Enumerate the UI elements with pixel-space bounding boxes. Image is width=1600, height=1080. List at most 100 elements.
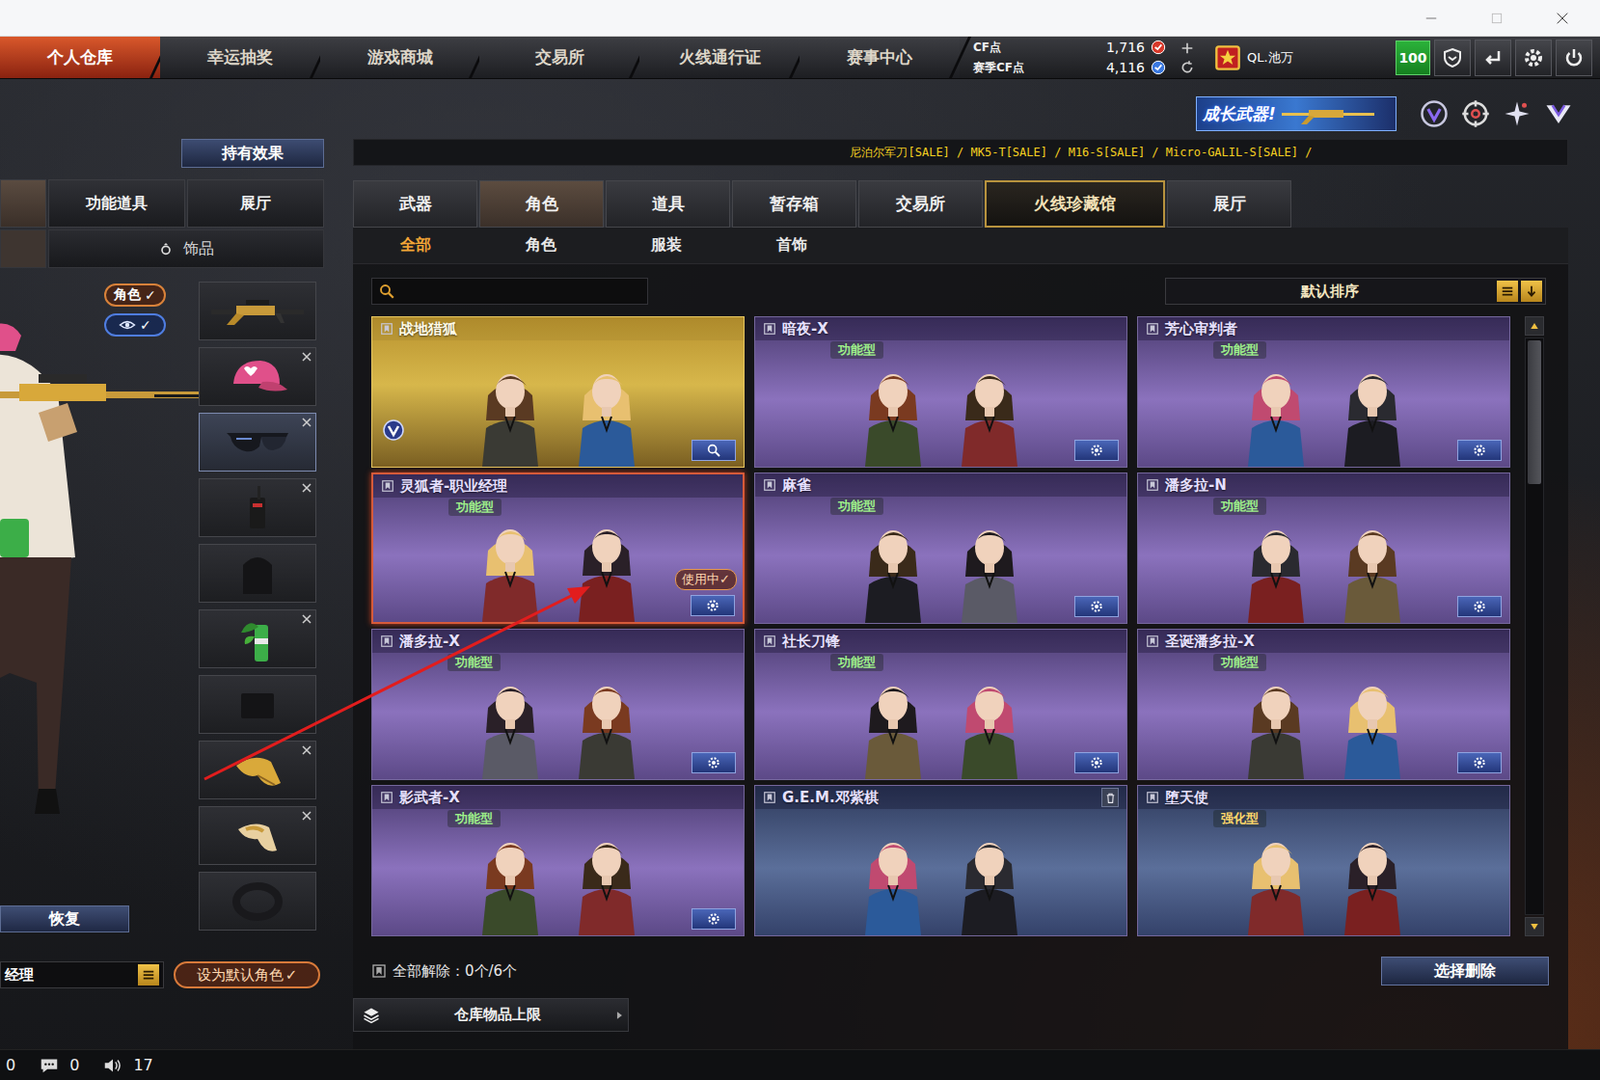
inventory-subtab[interactable]: 全部 xyxy=(352,227,479,264)
maximize-button[interactable] xyxy=(1474,3,1519,33)
settings-button[interactable] xyxy=(1515,39,1552,77)
sort-order-button[interactable] xyxy=(1520,280,1543,302)
scroll-track[interactable] xyxy=(1524,337,1545,916)
gear-icon xyxy=(705,597,721,614)
nav-tab[interactable]: 游戏商城 xyxy=(320,36,481,79)
equipment-slot[interactable] xyxy=(198,543,317,603)
equipment-slot[interactable] xyxy=(198,871,317,931)
inventory-tab[interactable]: 火线珍藏馆 xyxy=(984,180,1166,228)
event-icon-button[interactable] xyxy=(1417,97,1451,131)
event-icon-button[interactable] xyxy=(1542,97,1575,131)
card-settings-button[interactable] xyxy=(1457,439,1502,462)
left-tab[interactable]: 功能道具 xyxy=(48,179,186,228)
event-icon-button[interactable] xyxy=(1459,97,1492,131)
nav-tab[interactable]: 赛事中心 xyxy=(799,36,960,79)
card-settings-button[interactable] xyxy=(1074,439,1119,462)
minimize-button[interactable] xyxy=(1409,3,1454,33)
restore-button[interactable]: 恢复 xyxy=(0,905,130,933)
status-item[interactable]: 17 xyxy=(102,1055,153,1077)
equipment-slot[interactable] xyxy=(198,806,317,866)
sort-list-button[interactable] xyxy=(1496,280,1519,302)
card-settings-button[interactable] xyxy=(691,908,736,930)
equipment-slot[interactable] xyxy=(198,609,317,669)
capacity-button[interactable]: 仓库物品上限 xyxy=(352,998,629,1032)
character-card[interactable]: 战地猎狐 xyxy=(371,316,745,468)
remove-button[interactable] xyxy=(300,351,313,363)
character-card[interactable]: 灵狐者-职业经理功能型使用中✓ xyxy=(371,472,745,624)
card-settings-button[interactable] xyxy=(1074,596,1119,618)
inventory-tab[interactable]: 暂存箱 xyxy=(732,180,857,228)
remove-button[interactable] xyxy=(300,482,313,494)
card-settings-button[interactable] xyxy=(691,752,736,774)
scroll-down-button[interactable] xyxy=(1524,917,1545,937)
refresh-icon[interactable] xyxy=(1179,59,1195,76)
status-item[interactable]: 0 xyxy=(38,1055,80,1077)
card-header: 芳心审判者 xyxy=(1138,317,1510,341)
remove-button[interactable] xyxy=(300,810,313,822)
equipment-slot[interactable] xyxy=(198,675,317,734)
plus-icon[interactable] xyxy=(1179,40,1195,56)
status-item[interactable]: 0 xyxy=(5,1056,16,1075)
left-subtab[interactable]: 饰品 xyxy=(48,229,325,269)
scroll-up-button[interactable] xyxy=(1524,316,1545,336)
return-button[interactable] xyxy=(1474,39,1512,77)
character-card[interactable]: 潘多拉-X功能型 xyxy=(371,628,745,781)
set-default-button[interactable]: 设为默认角色✓ xyxy=(173,961,321,989)
character-card[interactable]: 芳心审判者功能型 xyxy=(1137,316,1511,468)
delete-button[interactable] xyxy=(1101,787,1119,808)
nav-tab[interactable]: 幸运抽奖 xyxy=(160,36,321,79)
scroll-thumb[interactable] xyxy=(1527,340,1542,485)
equipment-slot[interactable] xyxy=(198,347,317,407)
remove-button[interactable] xyxy=(300,613,313,625)
select-delete-button[interactable]: 选择删除 xyxy=(1381,956,1549,986)
list-button[interactable] xyxy=(137,964,160,986)
character-card[interactable]: 圣诞潘多拉-X功能型 xyxy=(1137,628,1511,781)
card-settings-button[interactable] xyxy=(1457,752,1502,774)
nav-tab[interactable]: 个人仓库 xyxy=(0,36,161,79)
inventory-subtab[interactable]: 角色 xyxy=(478,227,604,264)
inventory-subtab[interactable]: 服装 xyxy=(603,227,730,264)
equipment-slot[interactable] xyxy=(198,740,317,800)
character-card[interactable]: 暗夜-X功能型 xyxy=(754,316,1128,468)
sort-dropdown[interactable]: 默认排序 xyxy=(1165,277,1546,305)
inventory-tab[interactable]: 交易所 xyxy=(858,180,983,228)
character-name-field[interactable]: 经理 xyxy=(0,961,164,989)
character-card[interactable]: G.E.M.邓紫棋 xyxy=(754,785,1128,937)
event-icon-button[interactable] xyxy=(1500,97,1534,131)
card-search-button[interactable] xyxy=(691,439,736,462)
user-info[interactable]: QL.池万 xyxy=(1214,36,1294,79)
inventory-tab[interactable]: 武器 xyxy=(352,180,478,228)
character-card[interactable]: 堕天使强化型 xyxy=(1137,785,1511,937)
inventory-subtab[interactable]: 首饰 xyxy=(729,227,855,264)
nav-tab[interactable]: 交易所 xyxy=(479,36,640,79)
equipment-slot[interactable] xyxy=(198,412,317,472)
character-card[interactable]: 影武者-X功能型 xyxy=(371,785,745,937)
remove-button[interactable] xyxy=(300,744,313,757)
nav-tab[interactable]: 火线通行证 xyxy=(639,36,800,79)
hold-effect-button[interactable]: 持有效果 xyxy=(181,138,325,168)
inventory-tab[interactable]: 展厅 xyxy=(1166,180,1292,228)
character-figure-icon xyxy=(567,821,647,936)
left-tab[interactable] xyxy=(0,179,47,228)
left-subtab[interactable] xyxy=(0,229,47,269)
power-button[interactable] xyxy=(1555,39,1593,77)
equipment-slot[interactable] xyxy=(198,478,317,538)
character-card[interactable]: 潘多拉-N功能型 xyxy=(1137,472,1511,624)
view-toggle[interactable]: ✓ xyxy=(104,313,166,337)
left-tab[interactable]: 展厅 xyxy=(187,179,325,228)
inventory-tab[interactable]: 道具 xyxy=(605,180,731,228)
character-card[interactable]: 社长刀锋功能型 xyxy=(754,628,1128,781)
remove-button[interactable] xyxy=(300,416,313,429)
close-button[interactable] xyxy=(1540,3,1585,33)
view-toggle[interactable]: 角色✓ xyxy=(104,283,166,307)
shield-button[interactable] xyxy=(1434,39,1471,77)
inventory-tab[interactable]: 角色 xyxy=(479,180,604,228)
growth-weapon-banner[interactable]: 成长武器! xyxy=(1195,96,1397,132)
card-settings-button[interactable] xyxy=(690,595,735,617)
search-input[interactable] xyxy=(401,282,642,300)
card-settings-button[interactable] xyxy=(1074,752,1119,774)
release-all[interactable]: 全部解除：0个/6个 xyxy=(371,962,517,981)
equipment-slot[interactable] xyxy=(198,281,317,341)
character-card[interactable]: 麻雀功能型 xyxy=(754,472,1128,624)
card-settings-button[interactable] xyxy=(1457,596,1502,618)
